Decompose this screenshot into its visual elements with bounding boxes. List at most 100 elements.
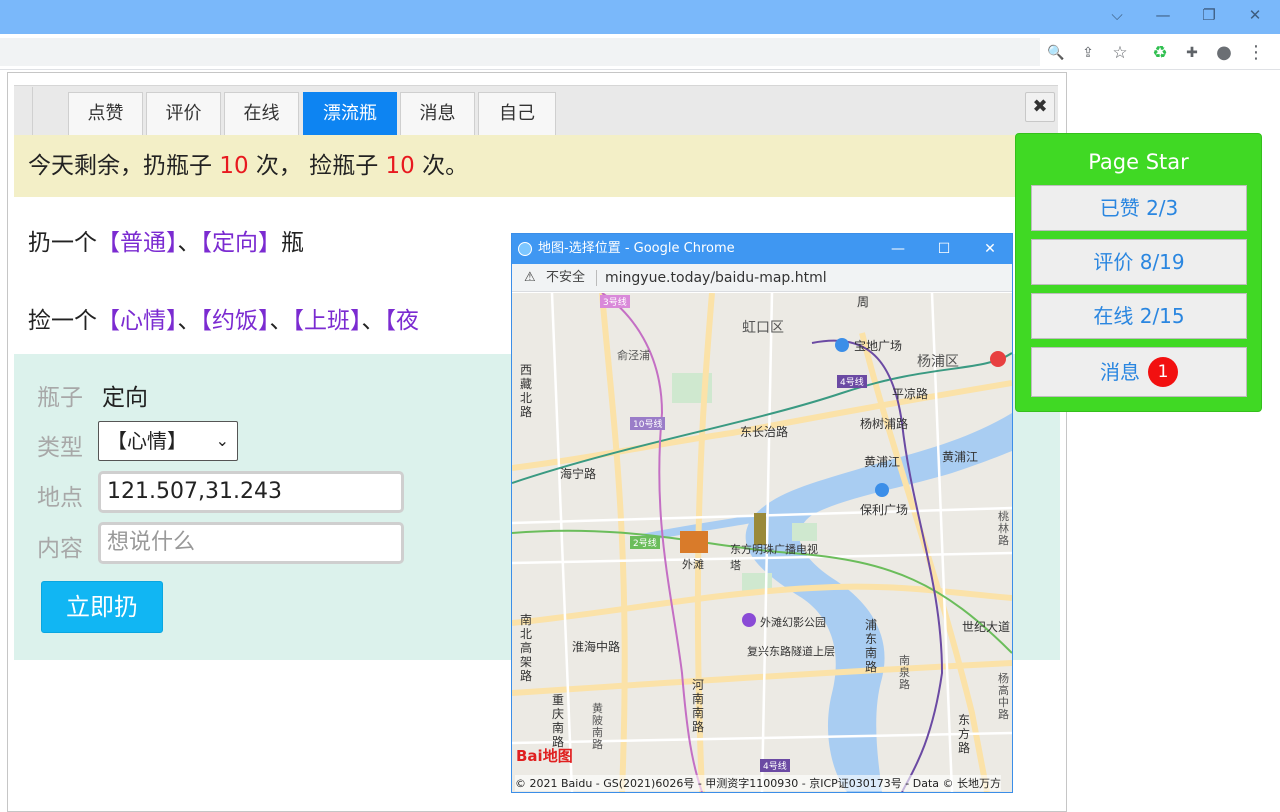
- road-label: 杨树浦路: [860, 417, 909, 431]
- bookmark-star-icon[interactable]: ☆: [1109, 43, 1131, 63]
- pick-sep: 、: [361, 308, 385, 334]
- tab-messages[interactable]: 消息: [400, 92, 475, 135]
- road-label: 杨高中路: [998, 672, 1009, 721]
- minimize-window-button[interactable]: —: [1148, 4, 1178, 26]
- pick-count: 10: [385, 153, 415, 179]
- chrome-icon: [518, 242, 532, 256]
- pick-options: 捡一个【心情】、【约饭】、【上班】、【夜: [28, 301, 518, 335]
- throw-normal-link[interactable]: 【普通】: [97, 230, 178, 256]
- map-copyright: © 2021 Baidu - GS(2021)6026号 - 甲测资字11009…: [515, 775, 1002, 791]
- location-label: 地点: [37, 485, 83, 511]
- type-label: 类型: [37, 435, 83, 461]
- metro-badge: 2号线: [630, 536, 660, 549]
- chevron-down-icon: ⌄: [215, 431, 229, 450]
- road-label: 重庆南路: [552, 693, 565, 749]
- pick-sep: 、: [269, 308, 293, 334]
- poi-label: 外滩: [682, 558, 704, 571]
- pick-night-link[interactable]: 【夜: [385, 308, 420, 334]
- messages-button[interactable]: 消息 1: [1031, 347, 1247, 397]
- type-select[interactable]: 【心情】 ⌄: [98, 421, 238, 461]
- road-label: 东方路: [958, 713, 971, 755]
- profile-icon[interactable]: ●: [1213, 43, 1235, 63]
- district-label: 虹口区: [742, 320, 784, 336]
- quota-middle: 次， 捡瓶子: [248, 153, 386, 179]
- road-label: 南泉路: [899, 654, 910, 691]
- popup-maximize-button[interactable]: ☐: [924, 234, 964, 264]
- map-popup-window: 地图-选择位置 - Google Chrome — ☐ ✕ ⚠ 不安全 ming…: [511, 233, 1013, 793]
- throw-directed-link[interactable]: 【定向】: [201, 230, 282, 256]
- pick-prefix: 捡一个: [28, 308, 97, 334]
- tab-likes[interactable]: 点赞: [68, 92, 143, 135]
- popup-window-title: 地图-选择位置 - Google Chrome: [538, 241, 735, 256]
- throw-prefix: 扔一个: [28, 230, 97, 256]
- content-label: 内容: [37, 536, 83, 562]
- address-bar[interactable]: [0, 38, 1040, 66]
- popup-url: mingyue.today/baidu-map.html: [605, 270, 827, 286]
- poi-marker-icon[interactable]: [835, 338, 849, 352]
- unread-badge: 1: [1148, 356, 1178, 387]
- panel-title: Page Star: [1088, 150, 1189, 174]
- poi-label: 保利广场: [860, 503, 909, 517]
- bottle-label: 瓶子: [37, 385, 83, 411]
- close-button[interactable]: ✖: [1025, 92, 1055, 122]
- extension-recycle-icon[interactable]: ♻: [1149, 43, 1171, 63]
- close-window-button[interactable]: ✕: [1240, 4, 1270, 26]
- throw-options: 扔一个【普通】、【定向】瓶: [28, 223, 304, 257]
- road-label: 黄陂南路: [592, 702, 603, 751]
- location-input[interactable]: 121.507,31.243: [98, 471, 404, 513]
- park-area: [792, 523, 817, 541]
- baidu-map[interactable]: 虹口区 杨浦区 宝地广场 保利广场 外滩 东方明珠广播电视塔 外滩幻影公园 周 …: [512, 293, 1012, 792]
- restore-window-button[interactable]: ❐: [1194, 4, 1224, 26]
- tab-drift-bottle[interactable]: 漂流瓶: [303, 92, 397, 135]
- poi-label: 东方明珠广播电视塔: [730, 543, 818, 572]
- likes-button[interactable]: 已赞 2/3: [1031, 185, 1247, 231]
- road-label: 海宁路: [560, 467, 597, 481]
- road-label: 东长治路: [740, 425, 789, 439]
- zoom-icon[interactable]: 🔍: [1045, 43, 1067, 63]
- quota-notice: 今天剩余，扔瓶子 10 次， 捡瓶子 10 次。: [14, 135, 1060, 197]
- metro-badge: 10号线: [630, 417, 666, 430]
- tab-search-chevron-icon[interactable]: ⌵: [1102, 4, 1132, 26]
- popup-close-button[interactable]: ✕: [970, 234, 1010, 264]
- throw-count: 10: [219, 153, 249, 179]
- tab-reviews[interactable]: 评价: [146, 92, 221, 135]
- puzzle-icon[interactable]: ✚: [1181, 43, 1203, 63]
- bottle-value: 定向: [102, 385, 148, 411]
- pick-work-link[interactable]: 【上班】: [293, 308, 362, 334]
- popup-minimize-button[interactable]: —: [878, 234, 918, 264]
- online-button[interactable]: 在线 2/15: [1031, 293, 1247, 339]
- throw-suffix: 瓶: [281, 230, 304, 256]
- poi-marker-icon[interactable]: [875, 483, 889, 497]
- popup-url-bar[interactable]: ⚠ 不安全 mingyue.today/baidu-map.html: [512, 264, 1012, 292]
- url-divider: [596, 270, 597, 286]
- road-label: 复兴东路隧道上层: [747, 645, 835, 658]
- tab-online[interactable]: 在线: [224, 92, 299, 135]
- hospital-icon[interactable]: [990, 351, 1006, 367]
- road-label: 淮海中路: [572, 640, 621, 654]
- road-label: 河南南路: [692, 678, 705, 734]
- page-star-panel: Page Star 已赞 2/3 评价 8/19 在线 2/15 消息 1: [1015, 133, 1262, 412]
- insecure-label: 不安全: [546, 270, 586, 285]
- reviews-button[interactable]: 评价 8/19: [1031, 239, 1247, 285]
- river-label: 黄浦江: [942, 450, 979, 464]
- pick-dinner-link[interactable]: 【约饭】: [201, 308, 270, 334]
- metro-badge: 4号线: [837, 375, 867, 388]
- pick-mood-link[interactable]: 【心情】: [97, 308, 178, 334]
- road-label: 浦东南路: [865, 618, 878, 674]
- throw-now-button[interactable]: 立即扔: [41, 581, 163, 633]
- type-selected-value: 【心情】: [107, 429, 187, 453]
- pick-sep: 、: [177, 308, 201, 334]
- poi-label: 周: [857, 295, 870, 309]
- road-label: 桃林路: [998, 510, 1009, 547]
- road-label: 南北高架路: [520, 613, 533, 683]
- tab-self[interactable]: 自己: [478, 92, 556, 135]
- bund-landmark-icon[interactable]: [680, 531, 708, 553]
- metro-badge: 4号线: [760, 759, 790, 772]
- share-icon[interactable]: ⇪: [1077, 43, 1099, 63]
- content-input[interactable]: 想说什么: [98, 522, 404, 564]
- popup-title-bar[interactable]: 地图-选择位置 - Google Chrome — ☐ ✕: [512, 234, 1012, 264]
- poi-marker-icon[interactable]: [742, 613, 756, 627]
- road-label: 平凉路: [892, 387, 929, 401]
- menu-icon[interactable]: ⋮: [1245, 43, 1267, 63]
- quota-prefix: 今天剩余，扔瓶子: [28, 153, 220, 179]
